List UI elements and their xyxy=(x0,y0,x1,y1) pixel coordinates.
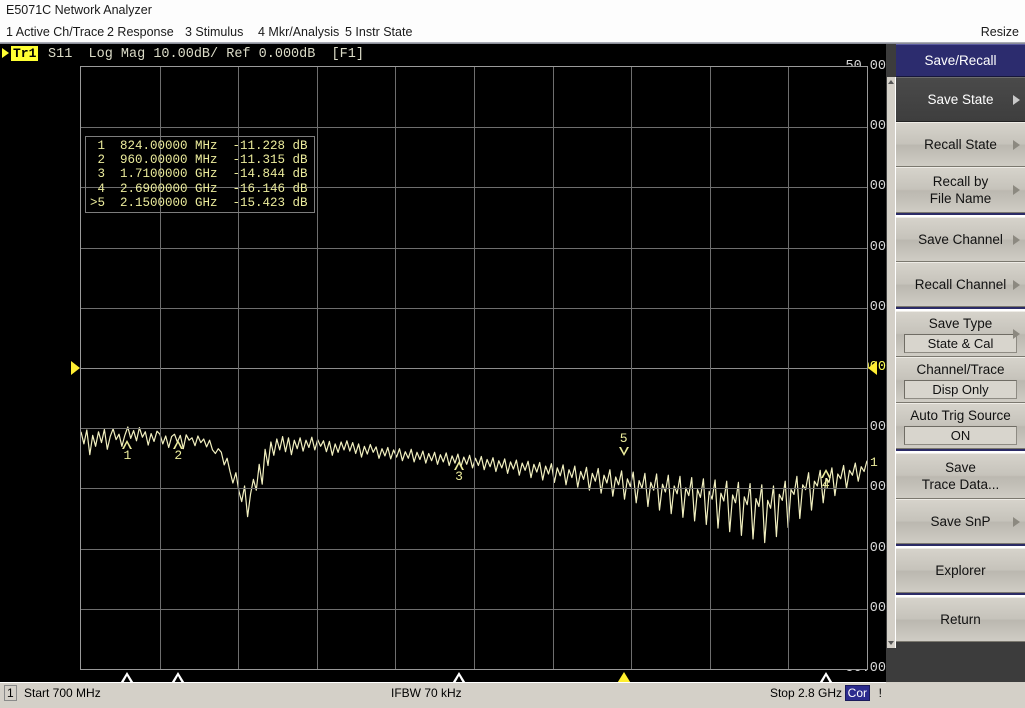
trace-number-label: 1 xyxy=(870,455,878,470)
softkey-save-type[interactable]: Save Type State & Cal xyxy=(896,311,1025,357)
marker-readout-row[interactable]: 4 2.6900000 GHz -16.146 dB xyxy=(90,182,308,196)
gridline-vertical xyxy=(788,67,789,669)
softkey-save-channel[interactable]: Save Channel xyxy=(896,217,1025,262)
marker-readout-row[interactable]: 3 1.7100000 GHz -14.844 dB xyxy=(90,167,308,181)
softkey-recall-channel[interactable]: Recall Channel xyxy=(896,262,1025,307)
plot-marker-label-5[interactable]: 5 xyxy=(617,433,631,445)
softkey-value[interactable]: ON xyxy=(904,426,1017,445)
menu-item-1[interactable]: 1 Active Ch/Trace xyxy=(6,25,104,39)
gridline-vertical xyxy=(317,67,318,669)
softkey-label: Recall Channel xyxy=(915,276,1007,293)
gridline-vertical xyxy=(395,67,396,669)
softkey-label: Save SnP xyxy=(930,513,990,530)
plot-marker-label-3[interactable]: 3 xyxy=(452,471,466,483)
chevron-right-icon xyxy=(1013,95,1020,105)
softkey-value[interactable]: Disp Only xyxy=(904,380,1017,399)
menu-item-5[interactable]: 5 Instr State xyxy=(345,25,412,39)
menu-bar: 1 Active Ch/Trace2 Response 3 Stimulus 4 M… xyxy=(0,22,1025,44)
reference-level-marker-left-icon[interactable] xyxy=(71,361,80,375)
softkey-label: Channel/Trace xyxy=(916,361,1004,378)
marker-readout-table[interactable]: 1 824.00000 MHz -11.228 dB 2 960.00000 M… xyxy=(85,136,315,213)
softkey-label: Save Trace Data... xyxy=(922,459,1000,493)
status-stop-frequency[interactable]: Stop 2.8 GHz xyxy=(770,686,842,700)
scroll-up-arrow-icon[interactable] xyxy=(888,80,894,84)
status-start-frequency[interactable]: Start 700 MHz xyxy=(24,686,101,700)
trace-badge[interactable]: Tr1 xyxy=(11,46,38,61)
softkey-label: Save Channel xyxy=(918,231,1003,248)
chevron-right-icon xyxy=(1013,185,1020,195)
softkey-panel: Save/Recall Save State Recall State Recall… xyxy=(886,44,1025,682)
softkey-label: Auto Trig Source xyxy=(910,407,1011,424)
gridline-vertical xyxy=(710,67,711,669)
softkey-label: Recall by File Name xyxy=(930,173,992,207)
softkey-menu-title: Save/Recall xyxy=(896,44,1025,77)
softkey-save-trace-data[interactable]: Save Trace Data... xyxy=(896,453,1025,499)
softkey-value[interactable]: State & Cal xyxy=(904,334,1017,353)
plot-marker-triangle-inner-icon xyxy=(621,447,627,453)
gridline-vertical xyxy=(474,67,475,669)
softkey-save-snp[interactable]: Save SnP xyxy=(896,499,1025,544)
chevron-right-icon xyxy=(1013,140,1020,150)
softkey-channel-trace[interactable]: Channel/Trace Disp Only xyxy=(896,357,1025,403)
chevron-right-icon xyxy=(1013,280,1020,290)
softkey-label: Save State xyxy=(927,91,993,108)
softkey-recall-state[interactable]: Recall State xyxy=(896,122,1025,167)
status-channel-number: 1 xyxy=(4,685,17,701)
resize-button[interactable]: Resize xyxy=(981,25,1019,39)
status-bar: 1 Start 700 MHz IFBW 70 kHz Stop 2.8 GHz… xyxy=(0,682,886,702)
softkey-label: Save Type xyxy=(929,315,993,332)
softkey-scrollbar[interactable] xyxy=(886,77,896,648)
softkey-label: Return xyxy=(940,611,981,628)
scroll-down-arrow-icon[interactable] xyxy=(888,641,894,645)
plot-region[interactable]: 50.0040.0030.0020.0010.000.000-10.00-20.… xyxy=(0,64,886,682)
chevron-right-icon xyxy=(1013,517,1020,527)
softkey-save-state[interactable]: Save State xyxy=(896,77,1025,122)
softkey-auto-trig-source[interactable]: Auto Trig Source ON xyxy=(896,403,1025,449)
title-bar: E5071C Network Analyzer xyxy=(0,0,1025,22)
window-bottom-filler xyxy=(0,702,1025,708)
marker-readout-row[interactable]: 1 824.00000 MHz -11.228 dB xyxy=(90,139,308,153)
softkey-label: Recall State xyxy=(924,136,997,153)
plot-marker-label-2[interactable]: 2 xyxy=(171,450,185,462)
app-title: E5071C Network Analyzer xyxy=(6,3,152,17)
menu-item-2[interactable]: 2 Response xyxy=(107,25,174,39)
chevron-right-icon xyxy=(1013,329,1020,339)
softkey-explorer[interactable]: Explorer xyxy=(896,548,1025,593)
trace-format-description: S11 Log Mag 10.00dB/ Ref 0.000dB [F1] xyxy=(48,47,364,62)
plot-marker-label-1[interactable]: 1 xyxy=(120,450,134,462)
reference-level-marker-right-icon[interactable] xyxy=(868,361,877,375)
panel-bottom-filler xyxy=(886,682,1025,708)
plot-marker-label-4[interactable]: 4 xyxy=(819,479,833,491)
active-trace-arrow-icon xyxy=(2,48,9,58)
menu-item-3[interactable]: 3 Stimulus xyxy=(185,25,243,39)
trace-status-bar: Tr1 S11 Log Mag 10.00dB/ Ref 0.000dB [F1… xyxy=(0,44,886,64)
gridline-vertical xyxy=(553,67,554,669)
gridline-vertical xyxy=(631,67,632,669)
marker-readout-row[interactable]: >5 2.1500000 GHz -15.423 dB xyxy=(90,196,308,210)
marker-readout-row[interactable]: 2 960.00000 MHz -11.315 dB xyxy=(90,153,308,167)
menu-item-4[interactable]: 4 Mkr/Analysis xyxy=(258,25,339,39)
chevron-right-icon xyxy=(1013,235,1020,245)
softkey-label: Explorer xyxy=(935,562,985,579)
softkey-return[interactable]: Return xyxy=(896,597,1025,642)
status-ifbw[interactable]: IFBW 70 kHz xyxy=(391,686,462,700)
softkey-recall-by-file-name[interactable]: Recall by File Name xyxy=(896,167,1025,213)
status-correction-badge: Cor xyxy=(845,685,870,701)
status-alert-indicator: ! xyxy=(879,686,882,700)
